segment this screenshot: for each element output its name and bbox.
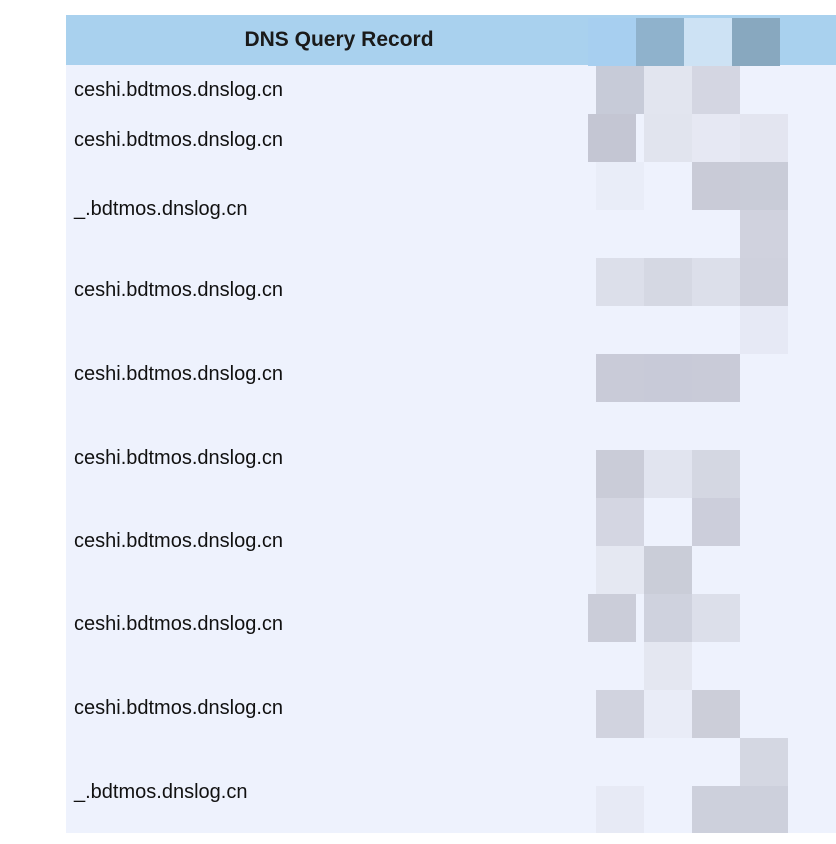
table-row-query: ceshi.bdtmos.dnslog.cn — [74, 530, 284, 552]
table-row-query: ceshi.bdtmos.dnslog.cn — [74, 363, 284, 385]
table-row-query: _.bdtmos.dnslog.cn — [74, 198, 248, 220]
table-row-query: ceshi.bdtmos.dnslog.cn — [74, 129, 284, 151]
dns-query-table: DNS Query Record s ceshi.bdtmos.dnslog.c… — [66, 15, 836, 833]
table-row-query: ceshi.bdtmos.dnslog.cn — [74, 279, 284, 301]
pixelated-redaction — [588, 18, 788, 833]
table-row-query: ceshi.bdtmos.dnslog.cn — [74, 447, 284, 469]
table-row-query: _.bdtmos.dnslog.cn — [74, 781, 248, 803]
table-row-query: ceshi.bdtmos.dnslog.cn — [74, 613, 284, 635]
dns-query-record-header: DNS Query Record — [244, 28, 434, 51]
table-row-query: ceshi.bdtmos.dnslog.cn — [74, 79, 284, 101]
table-row-query: ceshi.bdtmos.dnslog.cn — [74, 697, 284, 719]
